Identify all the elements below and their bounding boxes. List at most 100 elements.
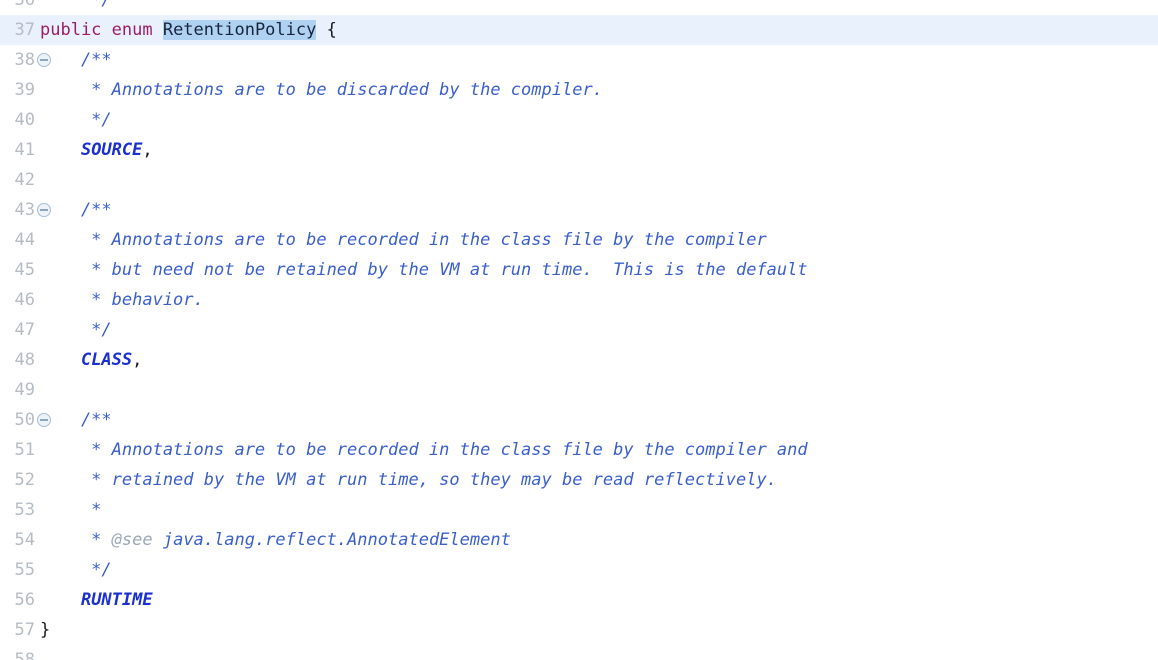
code-line[interactable]: 44 * Annotations are to be recorded in t…	[0, 225, 1158, 255]
code-line-text[interactable]: * Annotations are to be recorded in the …	[40, 435, 807, 465]
line-highlight	[0, 195, 1158, 225]
code-editor[interactable]: 36 */37 public enum RetentionPolicy {38 /…	[0, 0, 1158, 660]
line-highlight	[0, 585, 1158, 615]
line-gutter[interactable]: 47	[0, 315, 58, 345]
line-highlight	[0, 345, 1158, 375]
line-number: 48	[14, 350, 35, 370]
code-line[interactable]: 38 /**	[0, 45, 1158, 75]
line-highlight	[0, 45, 1158, 75]
line-number: 52	[14, 470, 35, 490]
code-line-text[interactable]: * Annotations are to be discarded by the…	[40, 75, 603, 105]
code-line[interactable]: 50 /**	[0, 405, 1158, 435]
line-gutter[interactable]: 36	[0, 0, 58, 15]
code-line[interactable]: 56 RUNTIME	[0, 585, 1158, 615]
line-number: 51	[14, 440, 35, 460]
line-number: 43	[14, 200, 35, 220]
line-gutter[interactable]: 37	[0, 15, 58, 45]
token-comment: * Annotations are to be recorded in the …	[40, 230, 767, 250]
line-number: 58	[14, 650, 35, 660]
line-gutter[interactable]: 45	[0, 255, 58, 285]
code-line-text[interactable]: * but need not be retained by the VM at …	[40, 255, 808, 285]
line-gutter[interactable]: 43	[0, 195, 58, 225]
line-number: 44	[14, 230, 35, 250]
token-doctag: @see	[111, 530, 153, 550]
line-highlight	[0, 495, 1158, 525]
code-line[interactable]: 49	[0, 375, 1158, 405]
line-gutter[interactable]: 41	[0, 135, 58, 165]
line-number: 57	[14, 620, 35, 640]
line-highlight	[0, 315, 1158, 345]
line-gutter[interactable]: 57	[0, 615, 58, 645]
token-comment: */	[91, 0, 112, 10]
line-number: 41	[14, 140, 35, 160]
code-line-text[interactable]: * retained by the VM at run time, so the…	[40, 465, 777, 495]
code-line[interactable]: 47 */	[0, 315, 1158, 345]
code-surface[interactable]: 36 */37 public enum RetentionPolicy {38 /…	[0, 0, 1158, 660]
line-number: 42	[14, 170, 35, 190]
line-gutter[interactable]: 56	[0, 585, 58, 615]
line-gutter[interactable]: 51	[0, 435, 58, 465]
code-line-text[interactable]: * behavior.	[40, 285, 204, 315]
token-enumconst: RUNTIME	[80, 590, 153, 610]
line-gutter[interactable]: 42	[0, 165, 58, 195]
line-gutter[interactable]: 39	[0, 75, 58, 105]
code-line[interactable]: 48 CLASS,	[0, 345, 1158, 375]
code-line[interactable]: 51 * Annotations are to be recorded in t…	[0, 435, 1158, 465]
line-gutter[interactable]: 58	[0, 645, 58, 660]
token-comment: * Annotations are to be discarded by the…	[40, 80, 603, 100]
token-keyword: public enum	[40, 20, 163, 40]
code-line[interactable]: 37 public enum RetentionPolicy {	[0, 15, 1158, 45]
line-number: 54	[14, 530, 35, 550]
line-gutter[interactable]: 49	[0, 375, 58, 405]
line-number: 55	[14, 560, 35, 580]
line-gutter[interactable]: 40	[0, 105, 58, 135]
line-gutter[interactable]: 55	[0, 555, 58, 585]
line-number: 39	[14, 80, 35, 100]
fold-collapse-icon[interactable]	[37, 53, 51, 67]
code-line[interactable]: 54 * @see java.lang.reflect.AnnotatedEle…	[0, 525, 1158, 555]
line-number: 47	[14, 320, 35, 340]
code-line[interactable]: 55 */	[0, 555, 1158, 585]
code-line[interactable]: 45 * but need not be retained by the VM …	[0, 255, 1158, 285]
line-number: 53	[14, 500, 35, 520]
code-line[interactable]: 40 */	[0, 105, 1158, 135]
code-line-text[interactable]: * Annotations are to be recorded in the …	[40, 225, 767, 255]
token-comment: * retained by the VM at run time, so the…	[40, 470, 777, 490]
line-highlight	[0, 105, 1158, 135]
line-highlight	[0, 555, 1158, 585]
code-line[interactable]: 58	[0, 645, 1158, 660]
fold-collapse-icon[interactable]	[37, 413, 51, 427]
code-line[interactable]: 39 * Annotations are to be discarded by …	[0, 75, 1158, 105]
code-line[interactable]: 52 * retained by the VM at run time, so …	[0, 465, 1158, 495]
code-line[interactable]: 41 SOURCE,	[0, 135, 1158, 165]
code-line[interactable]: 46 * behavior.	[0, 285, 1158, 315]
line-highlight	[0, 135, 1158, 165]
line-gutter[interactable]: 38	[0, 45, 58, 75]
line-number: 36	[14, 0, 35, 10]
line-gutter[interactable]: 44	[0, 225, 58, 255]
code-line[interactable]: 53 *	[0, 495, 1158, 525]
code-line-text[interactable]: * @see java.lang.reflect.AnnotatedElemen…	[40, 525, 511, 555]
token-docref: java.lang.reflect.AnnotatedElement	[152, 530, 511, 550]
line-gutter[interactable]: 46	[0, 285, 58, 315]
line-number: 38	[14, 50, 35, 70]
line-gutter[interactable]: 54	[0, 525, 58, 555]
line-gutter[interactable]: 48	[0, 345, 58, 375]
line-number: 40	[14, 110, 35, 130]
code-line[interactable]: 43 /**	[0, 195, 1158, 225]
line-highlight	[0, 165, 1158, 195]
line-gutter[interactable]: 52	[0, 465, 58, 495]
line-gutter[interactable]: 50	[0, 405, 58, 435]
line-number: 50	[14, 410, 35, 430]
code-line-text[interactable]: public enum RetentionPolicy {	[40, 15, 337, 45]
line-number: 37	[14, 20, 35, 40]
fold-collapse-icon[interactable]	[37, 203, 51, 217]
line-highlight	[0, 0, 1158, 15]
line-gutter[interactable]: 53	[0, 495, 58, 525]
code-line[interactable]: 57}	[0, 615, 1158, 645]
token-comment: * but need not be retained by the VM at …	[40, 260, 808, 280]
token-comment: * behavior.	[40, 290, 204, 310]
token-enumconst: CLASS	[80, 350, 133, 370]
code-line[interactable]: 36 */	[0, 0, 1158, 15]
code-line[interactable]: 42	[0, 165, 1158, 195]
